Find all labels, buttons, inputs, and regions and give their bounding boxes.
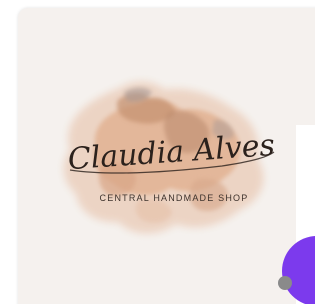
logo-tagline: CENTRAL HANDMADE SHOP xyxy=(100,193,249,203)
gray-dot-icon xyxy=(278,276,292,290)
page: Claudia Alves CENTRAL HANDMADE SHOP xyxy=(0,0,315,304)
shop-logo: Claudia Alves CENTRAL HANDMADE SHOP xyxy=(63,81,276,234)
